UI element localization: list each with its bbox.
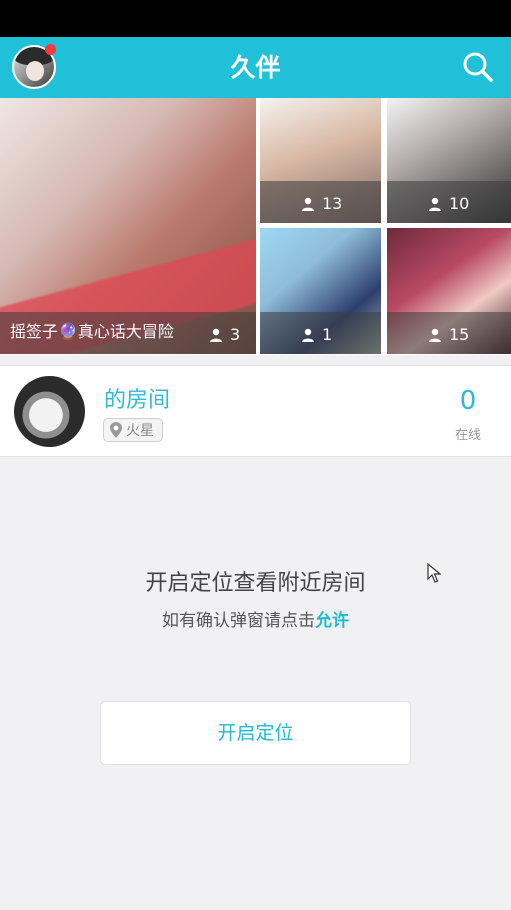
online-count: 0 bbox=[459, 386, 477, 416]
featured-room-count: 3 bbox=[230, 325, 241, 344]
location-pin-icon bbox=[110, 422, 122, 438]
room-card[interactable]: 的房间 火星 0 在线 bbox=[0, 365, 511, 457]
allow-highlight: 允许 bbox=[315, 611, 349, 631]
enable-location-button[interactable]: 开启定位 bbox=[100, 701, 411, 765]
room-tile-1-count: 13 bbox=[322, 194, 343, 213]
room-banner-grid: 摇签子🔮真心话大冒险 3 13 10 1 15 bbox=[0, 98, 511, 355]
location-text: 火星 bbox=[126, 423, 154, 439]
featured-room-count-box: 3 bbox=[208, 325, 240, 344]
location-prompt-subtitle-text: 如有确认弹窗请点击 bbox=[162, 611, 315, 631]
room-tile-1-count-box: 13 bbox=[300, 194, 342, 213]
location-prompt-subtitle: 如有确认弹窗请点击允许 bbox=[0, 606, 511, 631]
app-title: 久伴 bbox=[230, 53, 281, 82]
room-tile-1[interactable]: 13 bbox=[260, 98, 381, 223]
featured-room-tile[interactable]: 摇签子🔮真心话大冒险 3 bbox=[0, 98, 256, 354]
mouse-cursor-icon bbox=[427, 563, 441, 583]
location-badge: 火星 bbox=[103, 418, 163, 442]
featured-room-caption: 摇签子🔮真心话大冒险 bbox=[10, 322, 174, 341]
person-icon bbox=[302, 197, 314, 211]
status-bar bbox=[0, 0, 511, 37]
room-tile-3[interactable]: 1 bbox=[260, 228, 381, 354]
room-tile-4[interactable]: 15 bbox=[387, 228, 511, 354]
room-avatar bbox=[14, 376, 85, 447]
search-icon[interactable] bbox=[462, 51, 494, 83]
room-tile-2[interactable]: 10 bbox=[387, 98, 511, 223]
room-tile-2-count-box: 10 bbox=[427, 194, 469, 213]
room-tile-4-count-box: 15 bbox=[427, 325, 469, 344]
room-name: 的房间 bbox=[104, 388, 171, 413]
room-tile-3-count: 1 bbox=[322, 325, 333, 344]
person-icon bbox=[429, 197, 441, 211]
online-label: 在线 bbox=[454, 428, 481, 443]
app-header: 久伴 bbox=[0, 37, 511, 98]
room-tile-3-count-box: 1 bbox=[300, 325, 332, 344]
person-icon bbox=[302, 328, 314, 342]
person-icon bbox=[210, 328, 222, 342]
person-icon bbox=[429, 328, 441, 342]
room-tile-4-count: 15 bbox=[449, 325, 470, 344]
room-tile-2-count: 10 bbox=[449, 194, 470, 213]
